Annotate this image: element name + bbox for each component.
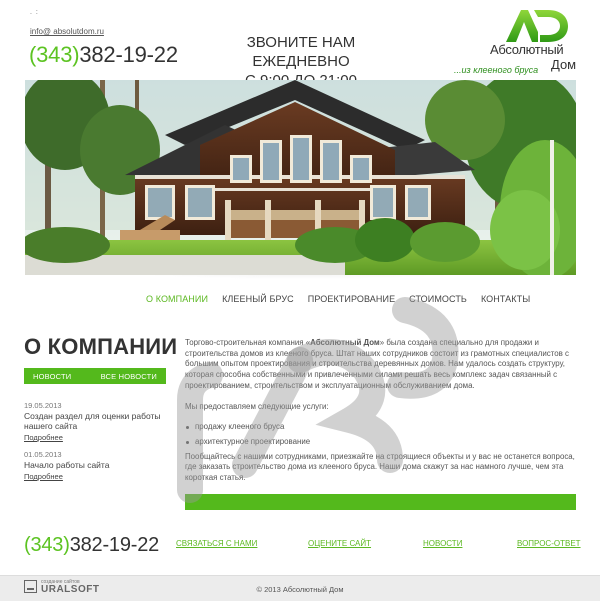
logo-name-line2: Дом [551, 57, 577, 72]
news-item: 19.05.2013 Создан раздел для оценки рабо… [24, 401, 174, 442]
page-title: О КОМПАНИИ [24, 334, 178, 359]
logo-ad-icon [506, 10, 568, 42]
header-phone-code: (343) [29, 42, 80, 67]
company-logo[interactable]: Абсолютный Дом ...из клееного бруса [454, 8, 582, 75]
working-hours-line1: ЗВОНИТЕ НАМ ЕЖЕДНЕВНО [246, 34, 356, 70]
header-phone-number: 382-19-22 [79, 42, 178, 67]
all-news-link[interactable]: ВСЕ НОВОСТИ [101, 372, 157, 381]
news-header-bar: НОВОСТИ ВСЕ НОВОСТИ [24, 368, 166, 384]
news-date: 19.05.2013 [24, 401, 62, 410]
house-illustration [25, 80, 576, 275]
service-item: архитектурное проектирование [185, 437, 577, 448]
hero-house-image [25, 80, 576, 275]
company-name-bold: Абсолютный Дом [310, 338, 380, 347]
copyright: © 2013 Абсолютный Дом [256, 585, 344, 594]
logo-tagline: ...из клееного бруса [454, 65, 539, 75]
footer-link-rate[interactable]: ОЦЕНИТЕ САЙТ [308, 539, 371, 548]
news-label: НОВОСТИ [33, 371, 72, 381]
nav-item-design[interactable]: ПРОЕКТИРОВАНИЕ [308, 294, 395, 308]
footer-phone-code: (343) [24, 534, 70, 556]
service-item: продажу клееного бруса [185, 422, 577, 433]
footer-link-news[interactable]: НОВОСТИ [423, 539, 462, 548]
news-date: 01.05.2013 [24, 450, 62, 459]
news-title[interactable]: Создан раздел для оценки работы нашего с… [24, 411, 174, 431]
news-more-link[interactable]: Подробнее [24, 433, 174, 442]
main-nav: О КОМПАНИИ КЛЕЕНЫЙ БРУС ПРОЕКТИРОВАНИЕ С… [146, 294, 544, 308]
services-intro: Мы предоставляем следующие услуги: [185, 401, 329, 411]
services-list: продажу клееного бруса архитектурное про… [185, 422, 577, 447]
footer-link-contact[interactable]: СВЯЗАТЬСЯ С НАМИ [176, 539, 257, 548]
footer-link-faq[interactable]: ВОПРОС-ОТВЕТ [517, 539, 581, 548]
about-paragraph-1: Торгово-строительная компания «Абсолютны… [185, 338, 577, 392]
content-green-bar [185, 494, 576, 510]
news-item: 01.05.2013 Начало работы сайта Подробнее [24, 450, 174, 481]
logo-name-line1: Абсолютный [490, 42, 564, 57]
header-dots: . : [30, 9, 39, 16]
about-paragraph-3: Пообщайтесь с нашими сотрудниками, приез… [185, 451, 575, 483]
news-more-link[interactable]: Подробнее [24, 472, 174, 481]
about-text-before: Торгово-строительная компания « [185, 338, 311, 347]
nav-item-price[interactable]: СТОИМОСТЬ [409, 294, 467, 308]
header-phone[interactable]: (343)382-19-22 [29, 42, 178, 68]
nav-item-contacts[interactable]: КОНТАКТЫ [481, 294, 530, 308]
nav-item-glued-beam[interactable]: КЛЕЕНЫЙ БРУС [222, 294, 294, 308]
site-header: . : info@ absolutdom.ru (343)382-19-22 З… [0, 0, 600, 89]
footer-phone[interactable]: (343)382-19-22 [24, 534, 159, 557]
footer-phone-number: 382-19-22 [69, 534, 160, 556]
email-link[interactable]: info@ absolutdom.ru [30, 27, 104, 36]
news-title[interactable]: Начало работы сайта [24, 460, 174, 470]
nav-item-about[interactable]: О КОМПАНИИ [146, 294, 208, 308]
about-content: Торгово-строительная компания «Абсолютны… [185, 338, 577, 494]
